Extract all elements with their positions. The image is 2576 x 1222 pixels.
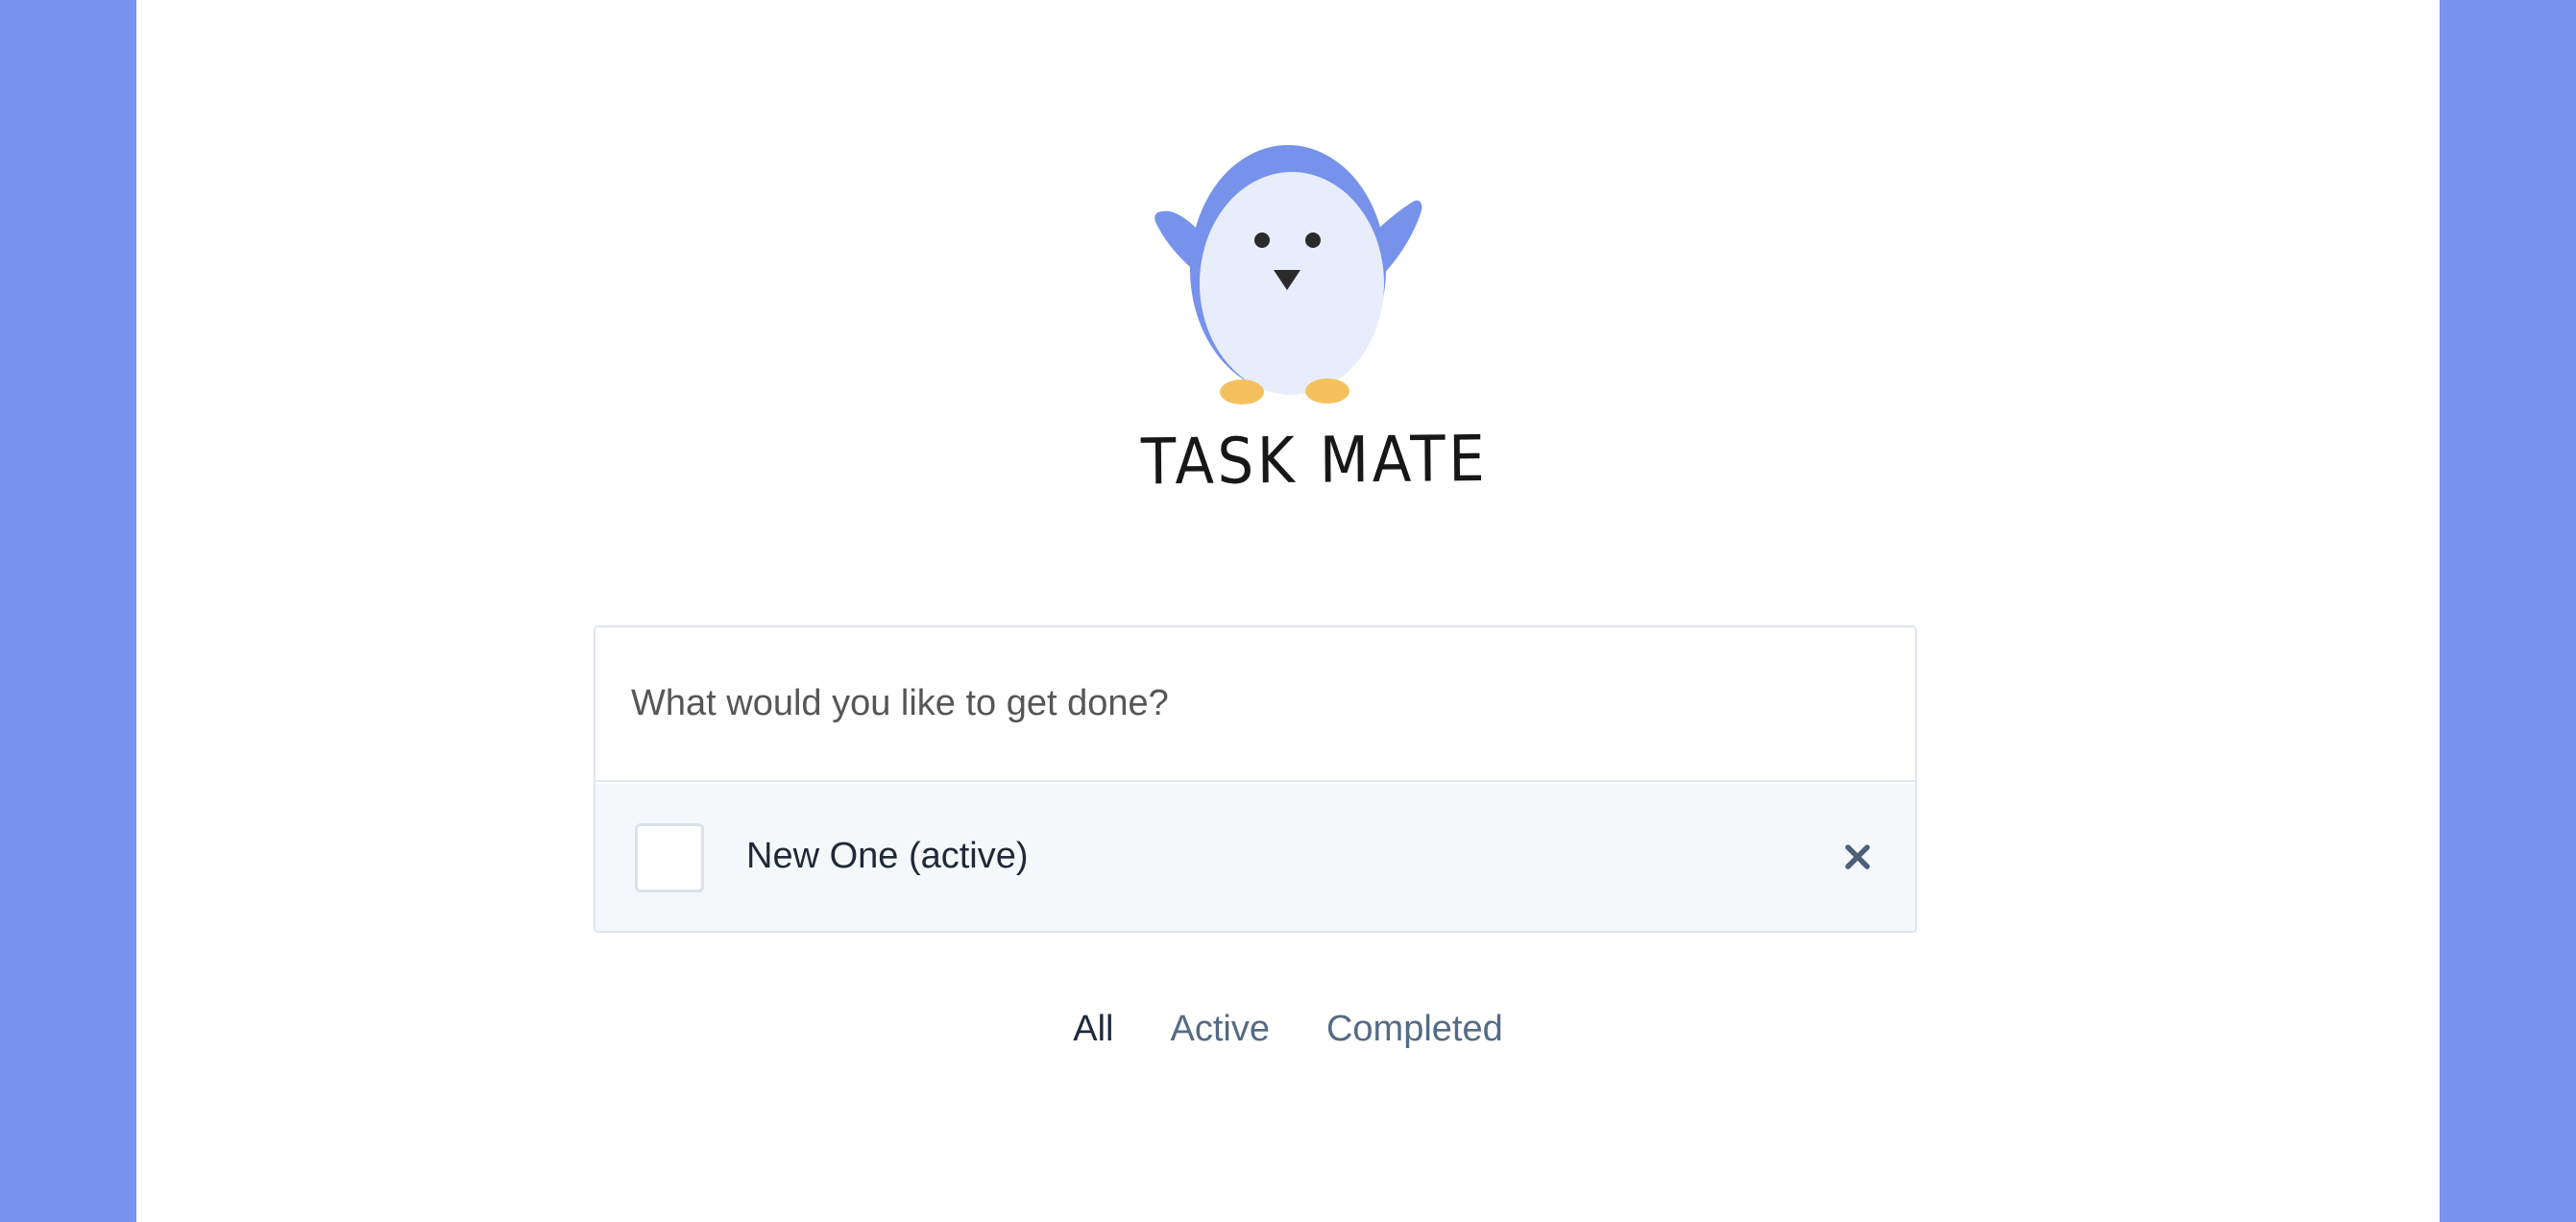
penguin-icon	[1154, 145, 1422, 404]
app-logo: TASK MATE	[1125, 139, 1489, 500]
task-checkbox[interactable]	[635, 823, 704, 892]
app-title: TASK MATE	[1140, 421, 1489, 500]
app-page: TASK MATE New One (active) All Active Co…	[136, 0, 2440, 1222]
task-filters: All Active Completed	[1073, 1009, 1502, 1050]
task-row: New One (active)	[595, 784, 1915, 931]
filter-completed[interactable]: Completed	[1326, 1009, 1503, 1050]
filter-all[interactable]: All	[1073, 1009, 1113, 1050]
new-task-input[interactable]	[595, 627, 1915, 782]
task-label: New One (active)	[746, 836, 1029, 876]
filter-active[interactable]: Active	[1170, 1009, 1269, 1050]
close-icon	[1845, 844, 1870, 869]
delete-task-button[interactable]	[1837, 837, 1878, 877]
todo-card: New One (active)	[594, 625, 1917, 933]
